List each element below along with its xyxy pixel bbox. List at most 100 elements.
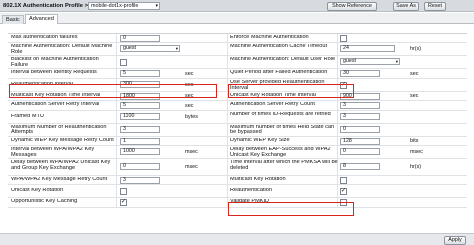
column-divider bbox=[116, 43, 117, 56]
group-key-delay-label: Delay between WPA/WPA2 Unicast Key and G… bbox=[11, 159, 111, 171]
opportunistic-key-caching-label: Opportunistic Key Caching bbox=[11, 199, 78, 205]
save-as-button[interactable]: Save As bbox=[393, 2, 419, 11]
auth-server-retry-interval-input[interactable]: 5 bbox=[120, 102, 160, 110]
group-key-delay-input[interactable]: 0 bbox=[120, 162, 160, 170]
settings-row: WPA/WPA2 Key Message Retry Count 3 Multi… bbox=[8, 175, 467, 186]
column-divider bbox=[227, 158, 228, 175]
reauthentication-label: Reauthentication bbox=[230, 188, 272, 194]
settings-row: Interval between WPA/WPA2 Key Messages 1… bbox=[8, 145, 467, 159]
column-divider bbox=[116, 123, 117, 136]
held-state-bypass-label: Maximum number of times Held State can b… bbox=[230, 124, 335, 136]
tab-bar: Basic Advanced bbox=[0, 13, 474, 24]
settings-row: Interval between Identity Requests 5 sec… bbox=[8, 69, 467, 79]
identity-request-interval-input[interactable]: 5 bbox=[120, 70, 160, 78]
eap-success-delay-label: Delay between EAP-Success and WPA2 Unica… bbox=[230, 146, 331, 158]
machine-auth-cache-timeout-input[interactable]: 24 bbox=[340, 45, 395, 53]
column-divider bbox=[116, 34, 117, 43]
wpa-key-retry-count-label: WPA/WPA2 Key Message Retry Count bbox=[11, 176, 108, 182]
unicast-rotation-interval-unit: sec bbox=[410, 93, 419, 100]
column-divider bbox=[116, 185, 117, 198]
max-reauth-attempts-label: Maximum Number of Reauthentication Attem… bbox=[11, 124, 107, 136]
max-auth-failures-label: Max authentication failures bbox=[11, 35, 78, 40]
wpa-key-retry-count-input[interactable]: 3 bbox=[120, 176, 160, 184]
opportunistic-key-caching-checkbox[interactable]: ✓ bbox=[120, 199, 127, 207]
unicast-key-rotation-checkbox[interactable] bbox=[120, 188, 127, 196]
profile-select[interactable]: mobile-dot1x-profile ▾ bbox=[88, 2, 160, 10]
show-reference-button[interactable]: Show Reference bbox=[327, 2, 377, 11]
group-key-delay-unit: msec bbox=[185, 163, 198, 170]
reauthentication-checkbox[interactable]: ✓ bbox=[340, 188, 347, 196]
max-reauth-attempts-input[interactable]: 3 bbox=[120, 125, 160, 133]
enforce-machine-auth-label: Enforce Machine Authentication bbox=[230, 35, 309, 40]
highlight-reauth-interval bbox=[9, 84, 217, 98]
column-divider bbox=[227, 145, 228, 158]
quiet-period-input[interactable]: 30 bbox=[340, 70, 380, 78]
settings-row: Machine Authentication: Default Machine … bbox=[8, 43, 467, 57]
default-machine-role-label: Machine Authentication: Default Machine … bbox=[11, 44, 113, 56]
chevron-down-icon: ▾ bbox=[395, 59, 398, 65]
column-divider bbox=[116, 69, 117, 78]
framed-mtu-label: Framed MTU bbox=[11, 113, 44, 119]
wep-key-size-label: Dynamic WEP Key Size bbox=[230, 137, 290, 143]
column-divider bbox=[227, 123, 228, 136]
settings-row: Authentication Server Retry Interval 5 s… bbox=[8, 101, 467, 111]
pmksa-delete-interval-unit: hr(s) bbox=[410, 163, 422, 170]
multicast-key-rotation-checkbox[interactable] bbox=[340, 176, 347, 184]
framed-mtu-input[interactable]: 1100 bbox=[120, 112, 160, 120]
column-divider bbox=[227, 101, 228, 110]
wpa-key-interval-input[interactable]: 1000 bbox=[120, 147, 160, 155]
id-request-retry-input[interactable]: 3 bbox=[340, 112, 380, 120]
enforce-machine-auth-checkbox[interactable] bbox=[340, 35, 347, 42]
column-divider bbox=[227, 69, 228, 78]
profile-header-bar: 802.1X Authentication Profile > mobile-d… bbox=[0, 0, 474, 12]
column-divider bbox=[227, 56, 228, 69]
wpa-key-interval-unit: msec bbox=[185, 148, 198, 155]
framed-mtu-unit: bytes bbox=[185, 113, 198, 120]
pmksa-delete-interval-input[interactable]: 8 bbox=[340, 162, 380, 170]
pmksa-delete-interval-label: Time interval after which the PMKSA will… bbox=[230, 159, 338, 171]
column-divider bbox=[227, 110, 228, 123]
checkmark-icon: ✓ bbox=[121, 199, 127, 206]
profile-select-value: mobile-dot1x-profile bbox=[91, 3, 139, 9]
column-divider bbox=[116, 101, 117, 110]
reset-button[interactable]: Reset bbox=[424, 2, 446, 11]
column-divider bbox=[227, 185, 228, 198]
wep-key-size-unit: bits bbox=[410, 138, 419, 145]
quiet-period-label: Quiet Period after Failed Authentication bbox=[230, 70, 328, 76]
column-divider bbox=[116, 158, 117, 175]
max-auth-failures-input[interactable]: 0 bbox=[120, 35, 160, 42]
default-user-role-select[interactable]: guest ▾ bbox=[340, 58, 400, 66]
page-title: 802.1X Authentication Profile > bbox=[3, 3, 88, 9]
settings-row: Blacklist on Machine Authentication Fail… bbox=[8, 56, 467, 70]
settings-row: Max authentication failures 0 Enforce Ma… bbox=[8, 34, 467, 44]
column-divider bbox=[116, 56, 117, 69]
checkmark-icon: ✓ bbox=[341, 188, 347, 195]
settings-grid: Max authentication failures 0 Enforce Ma… bbox=[8, 33, 467, 208]
column-divider bbox=[227, 136, 228, 145]
wep-key-retry-count-input[interactable]: 1 bbox=[120, 137, 160, 145]
highlight-server-reauth-interval bbox=[228, 84, 354, 98]
default-user-role-value: guest bbox=[343, 58, 356, 65]
auth-server-retry-interval-label: Authentication Server Retry Interval bbox=[11, 102, 100, 108]
column-divider bbox=[116, 136, 117, 145]
column-divider bbox=[227, 43, 228, 56]
id-request-retry-label: Number of times ID-Requests are retried bbox=[230, 111, 331, 117]
settings-row: Framed MTU 1100 bytes Number of times ID… bbox=[8, 110, 467, 124]
machine-auth-cache-timeout-label: Machine Authentication Cache Timeout bbox=[230, 44, 328, 50]
tab-basic[interactable]: Basic bbox=[2, 15, 24, 24]
settings-row: Maximum Number of Reauthentication Attem… bbox=[8, 123, 467, 137]
held-state-bypass-input[interactable]: 0 bbox=[340, 125, 380, 133]
blacklist-machine-auth-checkbox[interactable] bbox=[120, 59, 127, 67]
default-machine-role-select[interactable]: guest ▾ bbox=[120, 45, 180, 53]
wep-key-size-input[interactable]: 128 bbox=[340, 137, 380, 145]
blacklist-machine-auth-label: Blacklist on Machine Authentication Fail… bbox=[11, 57, 99, 69]
column-divider bbox=[116, 175, 117, 185]
default-machine-role-value: guest bbox=[123, 45, 136, 52]
auth-server-retry-interval-unit: sec bbox=[185, 102, 194, 109]
tab-advanced[interactable]: Advanced bbox=[25, 14, 58, 24]
highlight-reauthentication bbox=[228, 202, 354, 216]
eap-success-delay-input[interactable]: 0 bbox=[340, 147, 380, 155]
footer-bar: Apply bbox=[0, 233, 474, 245]
apply-button[interactable]: Apply bbox=[444, 236, 466, 245]
auth-server-retry-count-input[interactable]: 3 bbox=[340, 102, 380, 110]
